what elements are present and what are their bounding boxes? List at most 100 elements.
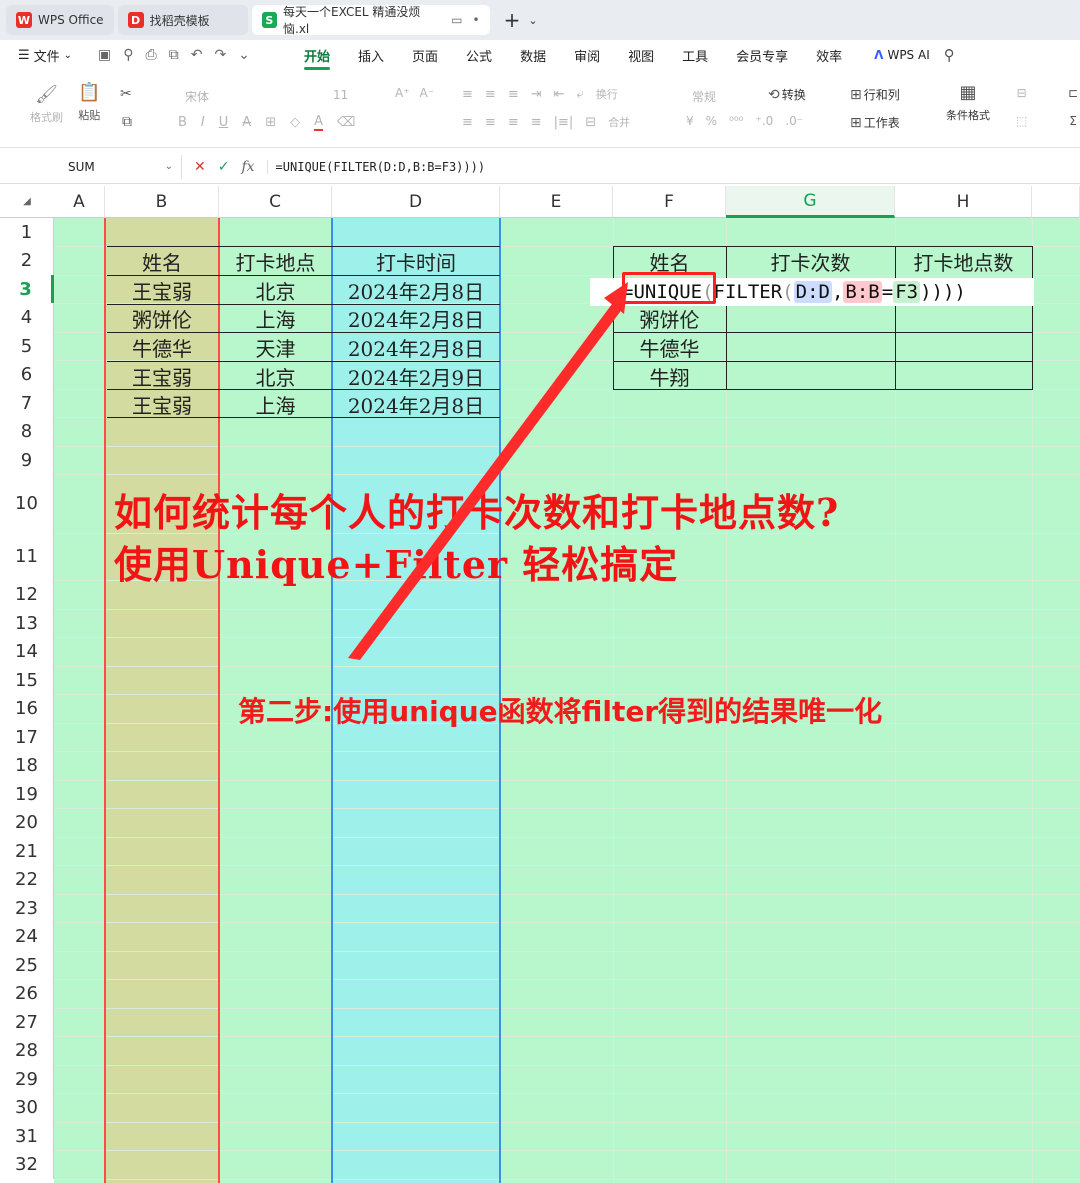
redo-icon[interactable]: ↷ [214, 47, 226, 63]
font-size-select[interactable]: 11 [333, 88, 348, 102]
table-style-icon[interactable]: ⊟ [1017, 86, 1027, 100]
table-cell-name[interactable]: 王宝弱 [105, 362, 219, 390]
strike-icon[interactable]: A [242, 115, 251, 130]
column-header-d[interactable]: D [332, 186, 500, 218]
table-cell-time[interactable]: 2024年2月8日 [332, 276, 500, 304]
menu-member[interactable]: 会员专享 [736, 46, 788, 65]
row-header-25[interactable]: 25 [0, 951, 54, 979]
table-header[interactable]: 姓名 [105, 247, 219, 275]
tab-wps-office[interactable]: W WPS Office [6, 5, 114, 35]
table-cell-name[interactable]: 王宝弱 [105, 276, 219, 304]
row-header-24[interactable]: 24 [0, 922, 54, 951]
result-header[interactable]: 打卡次数 [726, 247, 895, 275]
row-header-3[interactable]: 3 [0, 275, 54, 303]
table-cell-name[interactable]: 牛德华 [105, 333, 219, 361]
more-styles[interactable]: ⊟ ⬚ [1016, 86, 1027, 128]
column-header-b[interactable]: B [105, 186, 219, 218]
row-header-17[interactable]: 17 [0, 723, 54, 751]
fx-icon[interactable]: fx [241, 159, 254, 175]
more-icon[interactable]: ⊏ [1068, 86, 1078, 100]
align-middle-icon[interactable]: ≡ [485, 87, 496, 102]
menu-review[interactable]: 审阅 [574, 46, 600, 65]
menu-efficiency[interactable]: 效率 [816, 46, 842, 65]
table-cell-time[interactable]: 2024年2月8日 [332, 390, 500, 418]
font-grow-shrink[interactable]: A⁺ A⁻ [395, 86, 434, 100]
select-all-corner[interactable]: ◢ [0, 186, 54, 218]
row-header-28[interactable]: 28 [0, 1036, 54, 1065]
row-header-30[interactable]: 30 [0, 1093, 54, 1122]
table-cell-time[interactable]: 2024年2月8日 [332, 333, 500, 361]
table-cell-place[interactable]: 北京 [219, 362, 332, 390]
table-header[interactable]: 打卡地点 [219, 247, 332, 275]
row-header-32[interactable]: 32 [0, 1150, 54, 1179]
wps-ai-button[interactable]: Ʌ WPS AI [874, 48, 930, 62]
conditional-format-button[interactable]: ▦ 条件格式 [946, 82, 990, 123]
border-icon[interactable]: ⊞ [265, 115, 276, 130]
distribute-icon[interactable]: |≡| [554, 115, 574, 130]
fill-color-icon[interactable]: ◇ [290, 115, 300, 130]
cancel-icon[interactable]: ✕ [194, 159, 206, 175]
row-header-21[interactable]: 21 [0, 837, 54, 865]
cell-style-icon[interactable]: ⬚ [1016, 114, 1027, 128]
row-header-10[interactable]: 10 [0, 474, 54, 533]
result-header[interactable]: 打卡地点数 [895, 247, 1032, 275]
currency-icon[interactable]: ¥ [686, 114, 694, 128]
chevron-down-icon[interactable]: ⌄ [528, 14, 537, 27]
table-cell-time[interactable]: 2024年2月9日 [332, 362, 500, 390]
name-box[interactable]: SUM ⌄ [12, 154, 182, 179]
row-header-2[interactable]: 2 [0, 246, 54, 275]
row-header-18[interactable]: 18 [0, 751, 54, 780]
row-header-8[interactable]: 8 [0, 417, 54, 446]
font-name-select[interactable]: 宋体 [185, 88, 209, 105]
print-preview-icon[interactable]: ⧉ [169, 47, 179, 63]
column-header-i[interactable] [1032, 186, 1080, 218]
row-header-22[interactable]: 22 [0, 865, 54, 894]
menu-home[interactable]: 开始 [304, 46, 331, 70]
menu-data[interactable]: 数据 [520, 46, 546, 65]
row-header-11[interactable]: 11 [0, 533, 54, 580]
print-icon[interactable]: ⎙ [146, 47, 157, 63]
table-cell-time[interactable]: 2024年2月8日 [332, 304, 500, 332]
undo-icon[interactable]: ↶ [191, 47, 203, 63]
font-grow-icon[interactable]: A⁺ [395, 86, 410, 100]
row-header-1[interactable]: 1 [0, 218, 54, 246]
column-header-f[interactable]: F [613, 186, 726, 218]
eraser-icon[interactable]: ⌫ [337, 115, 355, 130]
table-header[interactable]: 打卡时间 [332, 247, 500, 275]
decrease-decimal-icon[interactable]: .0⁻ [785, 114, 803, 128]
table-cell-place[interactable]: 上海 [219, 304, 332, 332]
table-cell-place[interactable]: 上海 [219, 390, 332, 418]
justify-icon[interactable]: ≡ [531, 115, 542, 130]
menu-page[interactable]: 页面 [412, 46, 438, 65]
format-painter-button[interactable]: 🖌 格式刷 [30, 84, 63, 125]
dot-icon[interactable]: • [472, 13, 479, 27]
align-bottom-icon[interactable]: ≡ [508, 87, 519, 102]
font-shrink-icon[interactable]: A⁻ [420, 86, 435, 100]
align-left-icon[interactable]: ≡ [462, 115, 473, 130]
new-tab-icon[interactable]: + [504, 8, 521, 32]
save-icon[interactable]: ▣ [98, 47, 111, 63]
row-header-7[interactable]: 7 [0, 389, 54, 417]
row-header-9[interactable]: 9 [0, 446, 54, 474]
wrap-icon[interactable]: ⤶ [577, 87, 584, 102]
merge-icon[interactable]: ⊟ [585, 115, 596, 130]
underline-icon[interactable]: U [219, 115, 229, 130]
align-center-icon[interactable]: ≡ [485, 115, 496, 130]
chevron-down-icon[interactable]: ⌄ [238, 47, 250, 63]
row-header-16[interactable]: 16 [0, 694, 54, 723]
align-top-icon[interactable]: ≡ [462, 87, 473, 102]
result-name[interactable]: 牛德华 [613, 333, 726, 361]
outdent-icon[interactable]: ⇤ [554, 87, 565, 102]
convert-button[interactable]: ⟲ 转换 [768, 86, 806, 103]
column-header-e[interactable]: E [500, 186, 613, 218]
result-name[interactable]: 牛翔 [613, 362, 726, 390]
row-header-26[interactable]: 26 [0, 979, 54, 1008]
row-header-19[interactable]: 19 [0, 780, 54, 808]
column-header-g[interactable]: G [726, 186, 895, 218]
search-icon[interactable]: ⚲ [944, 46, 955, 64]
row-header-5[interactable]: 5 [0, 332, 54, 360]
number-format-select[interactable]: 常规 [692, 88, 716, 105]
indent-icon[interactable]: ⇥ [531, 87, 542, 102]
menu-tools[interactable]: 工具 [682, 46, 708, 65]
rows-cols-button[interactable]: ⊞ 行和列 [850, 86, 900, 103]
